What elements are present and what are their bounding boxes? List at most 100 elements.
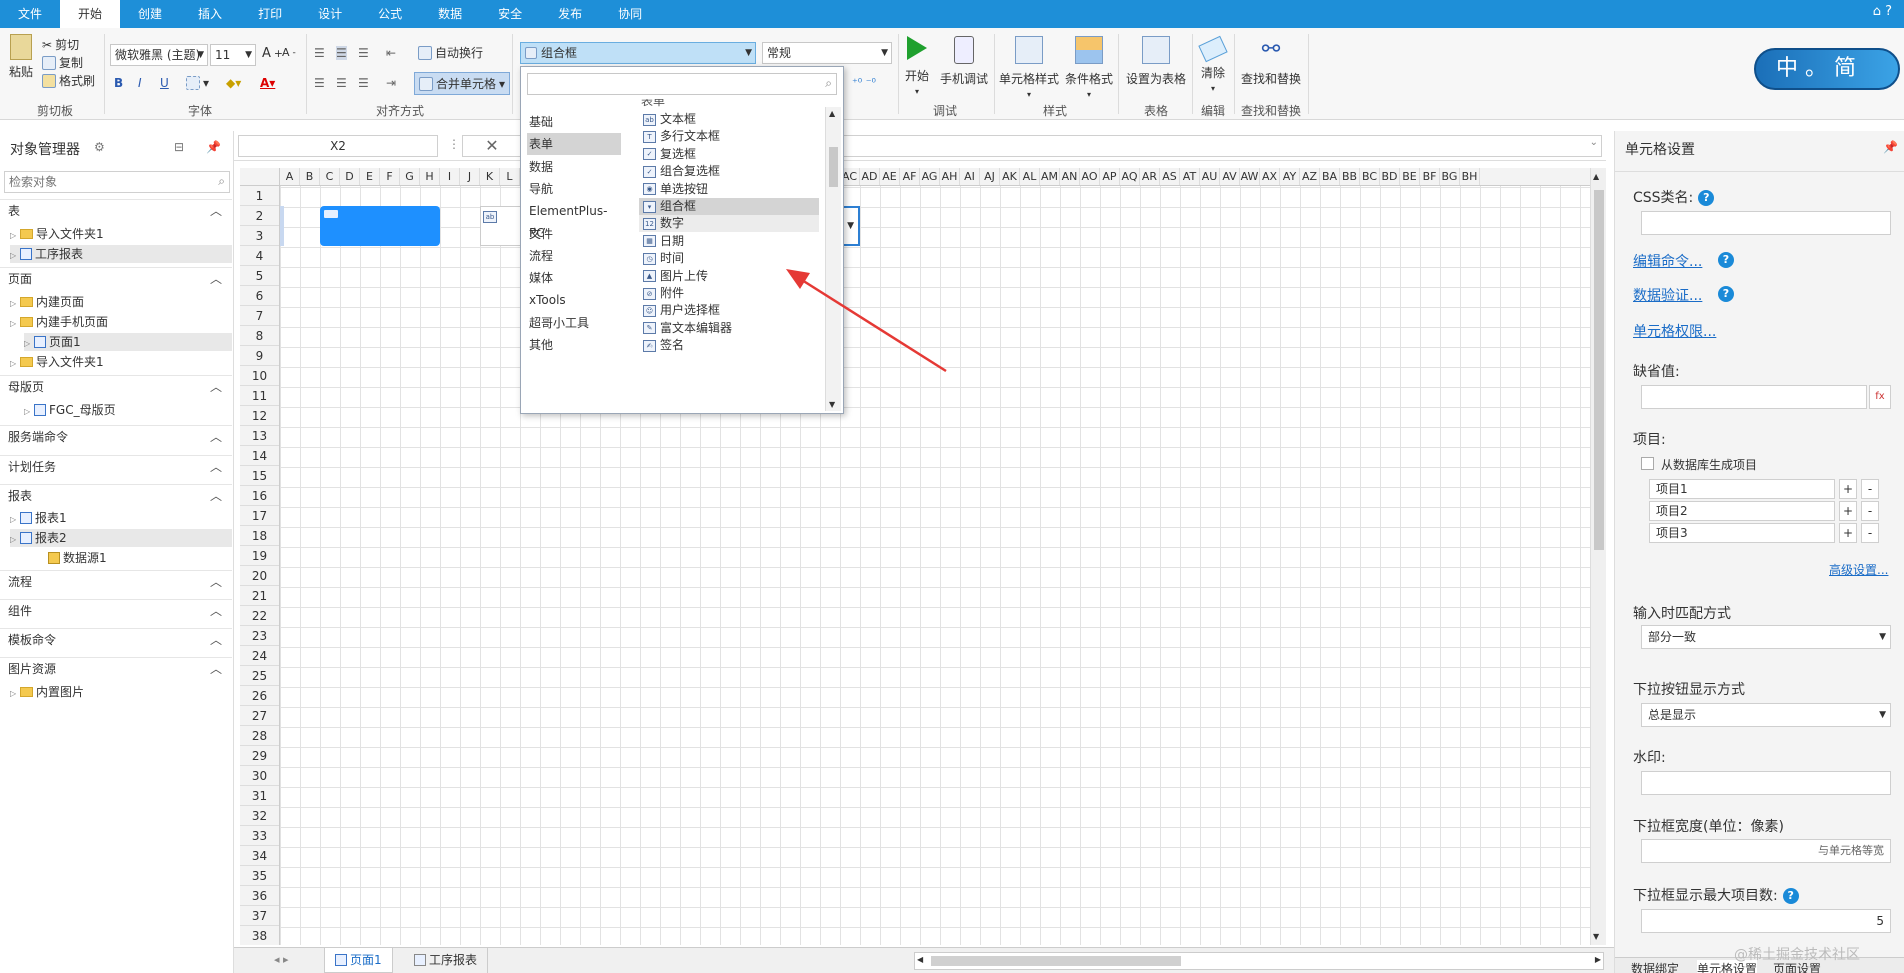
control-item[interactable]: ▾ 组合框 [639, 198, 819, 215]
row-header[interactable]: 32 [240, 806, 279, 826]
menu-tab-9[interactable]: 发布 [540, 0, 600, 28]
row-header[interactable]: 11 [240, 386, 279, 406]
menu-tab-1[interactable]: 开始 [60, 0, 121, 28]
cell-permission-link[interactable]: 单元格权限... [1633, 321, 1716, 341]
expand-formula-icon[interactable]: ⌄ [1590, 137, 1598, 148]
column-header[interactable]: AL [1020, 168, 1040, 185]
collapse-caret-icon[interactable]: ︿ [210, 629, 222, 651]
row-header[interactable]: 25 [240, 666, 279, 686]
section-header[interactable]: 表 ︿ [0, 199, 232, 221]
row-header[interactable]: 29 [240, 746, 279, 766]
add-item-button[interactable]: + [1839, 479, 1857, 499]
data-validation-link[interactable]: 数据验证... [1633, 285, 1702, 305]
align-top-button[interactable]: ☰ [314, 46, 325, 60]
column-header[interactable]: F [380, 168, 400, 185]
column-header[interactable]: G [400, 168, 420, 185]
column-header[interactable]: AO [1080, 168, 1100, 185]
category-item[interactable]: 超哥小工具 [527, 312, 621, 334]
menu-tab-8[interactable]: 安全 [480, 0, 540, 28]
column-header[interactable]: AF [900, 168, 920, 185]
row-header[interactable]: 3 [240, 226, 279, 246]
row-header[interactable]: 35 [240, 866, 279, 886]
collapse-caret-icon[interactable]: ︿ [210, 456, 222, 478]
underline-button[interactable]: U [160, 76, 169, 90]
more-icon[interactable]: ⋮ [448, 137, 460, 151]
font-shrink-button[interactable]: A- [282, 46, 296, 59]
cell-type-select[interactable]: 组合框 ▼ [520, 42, 756, 64]
cell-style-button[interactable]: 单元格样式 ▾ [998, 36, 1060, 99]
menu-tab-6[interactable]: 公式 [360, 0, 420, 28]
row-header[interactable]: 36 [240, 886, 279, 906]
expand-icon[interactable]: ▷ [10, 511, 20, 529]
column-header[interactable]: AG [920, 168, 940, 185]
align-middle-button[interactable]: ☰ [336, 46, 347, 60]
section-header[interactable]: 图片资源 ︿ [0, 657, 232, 679]
select-all-corner[interactable] [240, 168, 280, 186]
object-search-input[interactable] [5, 172, 205, 192]
column-header[interactable]: BG [1440, 168, 1460, 185]
tree-item[interactable]: ▷ 导入文件夹1 [10, 353, 232, 371]
collapse-caret-icon[interactable]: ︿ [210, 376, 222, 398]
menu-tab-10[interactable]: 协同 [600, 0, 660, 28]
dropdown-scroll-thumb[interactable] [829, 147, 838, 187]
collapse-caret-icon[interactable]: ︿ [210, 485, 222, 507]
dropdown-button-mode-select[interactable]: 总是显示 ▼ [1641, 703, 1891, 727]
column-header[interactable]: AW [1240, 168, 1260, 185]
row-header[interactable]: 33 [240, 826, 279, 846]
row-header[interactable]: 13 [240, 426, 279, 446]
expand-icon[interactable]: ▷ [10, 355, 20, 373]
section-header[interactable]: 计划任务 ︿ [0, 455, 232, 477]
start-button[interactable]: 开始 ▾ [904, 36, 930, 96]
align-bottom-button[interactable]: ☰ [358, 46, 369, 60]
menu-tab-7[interactable]: 数据 [420, 0, 480, 28]
set-table-button[interactable]: 设置为表格 [1124, 36, 1188, 87]
outdent-button[interactable]: ⇥ [386, 76, 396, 90]
category-item[interactable]: 表单 [527, 133, 621, 156]
watermark-input[interactable] [1641, 771, 1891, 795]
row-header[interactable]: 23 [240, 626, 279, 646]
column-header[interactable]: C [320, 168, 340, 185]
expand-icon[interactable]: ▷ [10, 247, 20, 265]
menu-tab-0[interactable]: 文件 [0, 0, 60, 28]
mobile-debug-button[interactable]: 手机调试 [936, 36, 992, 87]
tab-process-report[interactable]: 工序报表 [404, 948, 489, 973]
row-header[interactable]: 31 [240, 786, 279, 806]
add-item-button[interactable]: + [1839, 523, 1857, 543]
row-header[interactable]: 8 [240, 326, 279, 346]
category-item[interactable]: 其他 [527, 334, 621, 356]
column-header[interactable]: AH [940, 168, 960, 185]
indent-button[interactable]: ⇤ [386, 46, 396, 60]
control-item[interactable]: 12 数字 [639, 215, 819, 233]
placed-button-cell[interactable] [320, 206, 440, 246]
font-family-select[interactable]: 微软雅黑 (主题) ▼ [110, 44, 208, 66]
column-header[interactable]: AP [1100, 168, 1120, 185]
number-format-select[interactable]: 常规 ▼ [762, 42, 892, 64]
row-header[interactable]: 17 [240, 506, 279, 526]
wrap-text-button[interactable]: 自动换行 [418, 44, 483, 61]
scroll-left-icon[interactable]: ◀ [917, 955, 923, 964]
column-header[interactable]: BB [1340, 168, 1360, 185]
remove-item-button[interactable]: - [1861, 501, 1879, 521]
column-header[interactable]: BD [1380, 168, 1400, 185]
tree-item[interactable]: ▷ 导入文件夹1 [10, 225, 232, 243]
settings-icon[interactable]: ⚙ [94, 140, 105, 154]
row-header[interactable]: 7 [240, 306, 279, 326]
row-header[interactable]: 16 [240, 486, 279, 506]
row-header[interactable]: 15 [240, 466, 279, 486]
row-header[interactable]: 30 [240, 766, 279, 786]
column-header[interactable]: AE [880, 168, 900, 185]
pin-icon[interactable]: 📌 [1883, 140, 1898, 154]
menu-tab-3[interactable]: 插入 [180, 0, 240, 28]
cancel-edit-icon[interactable]: ✕ [462, 135, 522, 157]
section-header[interactable]: 流程 ︿ [0, 570, 232, 592]
align-left-button[interactable]: ☰ [314, 76, 325, 90]
column-header[interactable]: AX [1260, 168, 1280, 185]
menu-tab-4[interactable]: 打印 [240, 0, 300, 28]
copy-button[interactable]: 复制 [42, 54, 83, 71]
horizontal-scrollbar[interactable]: ◀ ▶ [914, 952, 1604, 970]
column-header[interactable]: BC [1360, 168, 1380, 185]
cond-format-button[interactable]: 条件格式 ▾ [1064, 36, 1114, 99]
item-input[interactable]: 项目3 [1649, 523, 1835, 543]
css-class-input[interactable] [1641, 211, 1891, 235]
category-item[interactable]: 基础 [527, 111, 621, 133]
